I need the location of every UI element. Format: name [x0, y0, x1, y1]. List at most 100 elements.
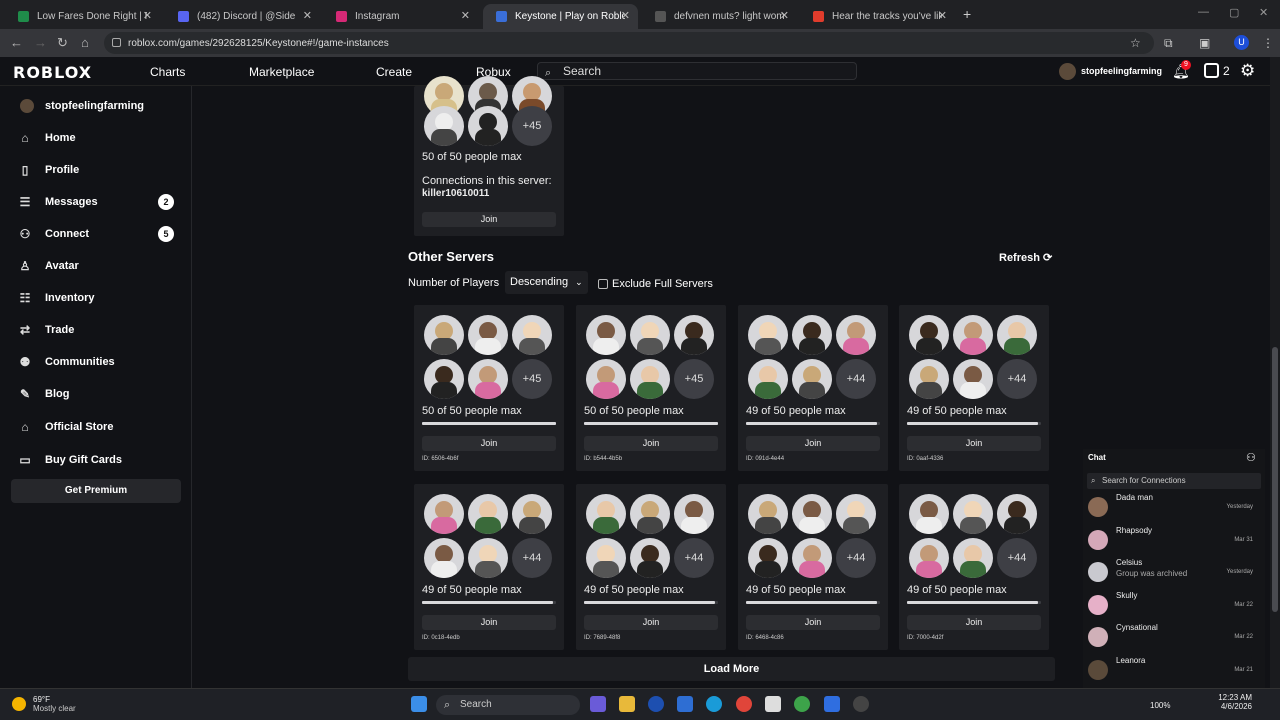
player-avatar[interactable] — [630, 538, 670, 578]
join-button[interactable]: Join — [584, 436, 718, 451]
sidebar-item-official-store[interactable]: ⌂ Official Store — [18, 417, 178, 437]
chat-conversation[interactable]: Rhapsody Mar 31 — [1083, 524, 1265, 556]
player-avatar[interactable] — [792, 315, 832, 355]
player-avatar[interactable] — [997, 315, 1037, 355]
chat-conversation[interactable]: Leanora Mar 21 — [1083, 654, 1265, 686]
get-premium-button[interactable]: Get Premium — [11, 479, 181, 503]
player-avatar[interactable] — [586, 538, 626, 578]
player-avatar[interactable] — [836, 494, 876, 534]
header-search-input[interactable]: ⌕ Search — [537, 62, 857, 80]
tab-close-icon[interactable]: ✕ — [780, 9, 789, 22]
player-avatar[interactable] — [748, 494, 788, 534]
player-avatar[interactable] — [997, 494, 1037, 534]
home-browser-icon[interactable]: ⌂ — [81, 35, 89, 50]
sidebar-item-buy-gift-cards[interactable]: ▭ Buy Gift Cards — [18, 450, 178, 470]
player-avatar[interactable] — [586, 359, 626, 399]
store-app-icon[interactable] — [765, 696, 781, 712]
nav-create[interactable]: Create — [376, 65, 412, 79]
player-avatar[interactable] — [748, 315, 788, 355]
player-avatar[interactable] — [792, 494, 832, 534]
url-field[interactable]: roblox.com/games/292628125/Keystone#!/ga… — [104, 32, 1154, 54]
sidebar-item-connect[interactable]: ⚇ Connect 5 — [18, 224, 178, 244]
player-avatar[interactable] — [792, 538, 832, 578]
player-avatar[interactable] — [953, 315, 993, 355]
sidebar-item-communities[interactable]: ⚉ Communities — [18, 352, 178, 372]
side-panel-icon[interactable]: ▣ — [1199, 36, 1210, 50]
tab-close-icon[interactable]: ✕ — [303, 9, 312, 22]
sidebar-item-messages[interactable]: ☰ Messages 2 — [18, 192, 178, 212]
player-avatar[interactable] — [674, 494, 714, 534]
player-avatar[interactable] — [424, 494, 464, 534]
player-avatar[interactable] — [424, 315, 464, 355]
join-button[interactable]: Join — [746, 615, 880, 630]
sidebar-item-profile[interactable]: ▯ Profile — [18, 160, 178, 180]
player-avatar[interactable] — [468, 538, 508, 578]
bookmark-star-icon[interactable]: ☆ — [1130, 36, 1141, 50]
browser-tab[interactable]: defvnen muts? light women hil✕ — [642, 4, 797, 29]
roblox-logo[interactable]: ROBLOX — [13, 63, 92, 82]
sidebar-user[interactable]: stopfeelingfarming — [18, 96, 178, 116]
taskbar-search[interactable]: ⌕ Search — [436, 695, 580, 715]
browser-tab[interactable]: Low Fares Done Right | Frontie✕ — [5, 4, 160, 29]
sort-dropdown[interactable]: Descending ⌄ — [505, 271, 588, 294]
join-button[interactable]: Join — [422, 615, 556, 630]
player-avatar[interactable] — [512, 315, 552, 355]
player-avatar[interactable] — [909, 315, 949, 355]
checkbox[interactable] — [598, 279, 608, 289]
player-avatar[interactable] — [909, 538, 949, 578]
player-avatar[interactable] — [748, 359, 788, 399]
maximize-icon[interactable]: ▢ — [1229, 6, 1239, 19]
settings-gear-icon[interactable]: ⚙ — [1240, 61, 1255, 81]
chrome-profile-icon[interactable] — [794, 696, 810, 712]
browser-menu-icon[interactable]: ⋮ — [1262, 36, 1274, 50]
browser-tab[interactable]: Instagram ✕ — [323, 4, 478, 29]
refresh-button[interactable]: Refresh ⟳ — [999, 251, 1052, 264]
browser-tab[interactable]: (482) Discord | @Side ✕ — [165, 4, 320, 29]
player-avatar[interactable] — [630, 494, 670, 534]
join-button[interactable]: Join — [422, 436, 556, 451]
player-avatar[interactable] — [748, 538, 788, 578]
player-avatar[interactable] — [424, 538, 464, 578]
connection-name[interactable]: killer10610011 — [422, 188, 489, 199]
player-avatar[interactable] — [953, 359, 993, 399]
player-avatar[interactable] — [424, 359, 464, 399]
chat-conversation[interactable]: Cynsational Mar 22 — [1083, 621, 1265, 653]
clock[interactable]: 12:23 AM 4/6/2026 — [1216, 693, 1252, 711]
player-avatar[interactable] — [909, 494, 949, 534]
chat-conversation[interactable]: Celsius Group was archived Yesterday — [1083, 556, 1265, 588]
player-avatar[interactable] — [630, 359, 670, 399]
reload-icon[interactable]: ↻ — [57, 35, 68, 51]
join-button[interactable]: Join — [907, 615, 1041, 630]
player-avatar[interactable] — [468, 494, 508, 534]
player-avatar[interactable] — [586, 494, 626, 534]
sidebar-item-blog[interactable]: ✎ Blog — [18, 384, 178, 404]
player-avatar[interactable] — [468, 359, 508, 399]
tab-close-icon[interactable]: ✕ — [621, 9, 630, 22]
player-avatar[interactable] — [586, 315, 626, 355]
tab-close-icon[interactable]: ✕ — [461, 9, 470, 22]
nav-charts[interactable]: Charts — [150, 65, 185, 79]
player-avatar[interactable] — [674, 315, 714, 355]
load-more-button[interactable]: Load More — [408, 657, 1055, 681]
close-window-icon[interactable]: ✕ — [1259, 6, 1268, 19]
tab-close-icon[interactable]: ✕ — [938, 9, 947, 22]
join-button[interactable]: Join — [746, 436, 880, 451]
exclude-full-servers-toggle[interactable]: Exclude Full Servers — [598, 278, 713, 290]
player-avatar[interactable] — [468, 106, 508, 146]
join-button[interactable]: Join — [422, 212, 556, 227]
player-avatar[interactable] — [953, 494, 993, 534]
chat-conversation[interactable]: Skully Mar 22 — [1083, 589, 1265, 621]
roblox-app-icon[interactable] — [824, 696, 840, 712]
scrollbar-thumb[interactable] — [1272, 347, 1278, 612]
new-tab-icon[interactable]: + — [963, 6, 971, 22]
player-avatar[interactable] — [630, 315, 670, 355]
weather-widget[interactable]: 69°F Mostly clear — [12, 695, 76, 713]
hp-icon[interactable] — [648, 696, 664, 712]
player-avatar[interactable] — [792, 359, 832, 399]
chat-conversation[interactable]: Dada man Yesterday — [1083, 491, 1265, 523]
sidebar-item-trade[interactable]: ⇄ Trade — [18, 320, 178, 340]
settings-app-icon[interactable] — [853, 696, 869, 712]
new-chat-icon[interactable]: ⚇ — [1246, 451, 1256, 464]
join-button[interactable]: Join — [584, 615, 718, 630]
robux-icon[interactable] — [1204, 63, 1219, 78]
